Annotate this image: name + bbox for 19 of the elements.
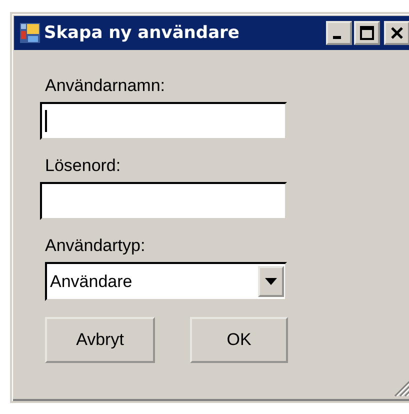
minimize-icon	[333, 36, 341, 38]
input-field[interactable]	[40, 102, 287, 140]
dropdown-arrow-button[interactable]	[258, 266, 284, 297]
field-label: Lösenord:	[45, 156, 121, 176]
close-icon	[390, 26, 404, 40]
app-icon	[20, 23, 40, 43]
dialog-button[interactable]: Avbryt	[45, 317, 155, 363]
maximize-button[interactable]	[354, 21, 380, 45]
minimize-button[interactable]	[326, 21, 352, 45]
input-field[interactable]	[40, 182, 287, 220]
dropdown-value: Användare	[49, 272, 134, 292]
field-label: Användartyp:	[45, 236, 146, 256]
window-title: Skapa ny användare	[44, 23, 240, 43]
field-label: Användarnamn:	[45, 76, 166, 96]
maximize-icon	[360, 26, 374, 40]
user-type-dropdown[interactable]: Användare	[45, 262, 287, 301]
close-button[interactable]	[384, 21, 409, 45]
caret-icon	[265, 278, 277, 286]
dialog-button[interactable]: OK	[190, 317, 288, 363]
